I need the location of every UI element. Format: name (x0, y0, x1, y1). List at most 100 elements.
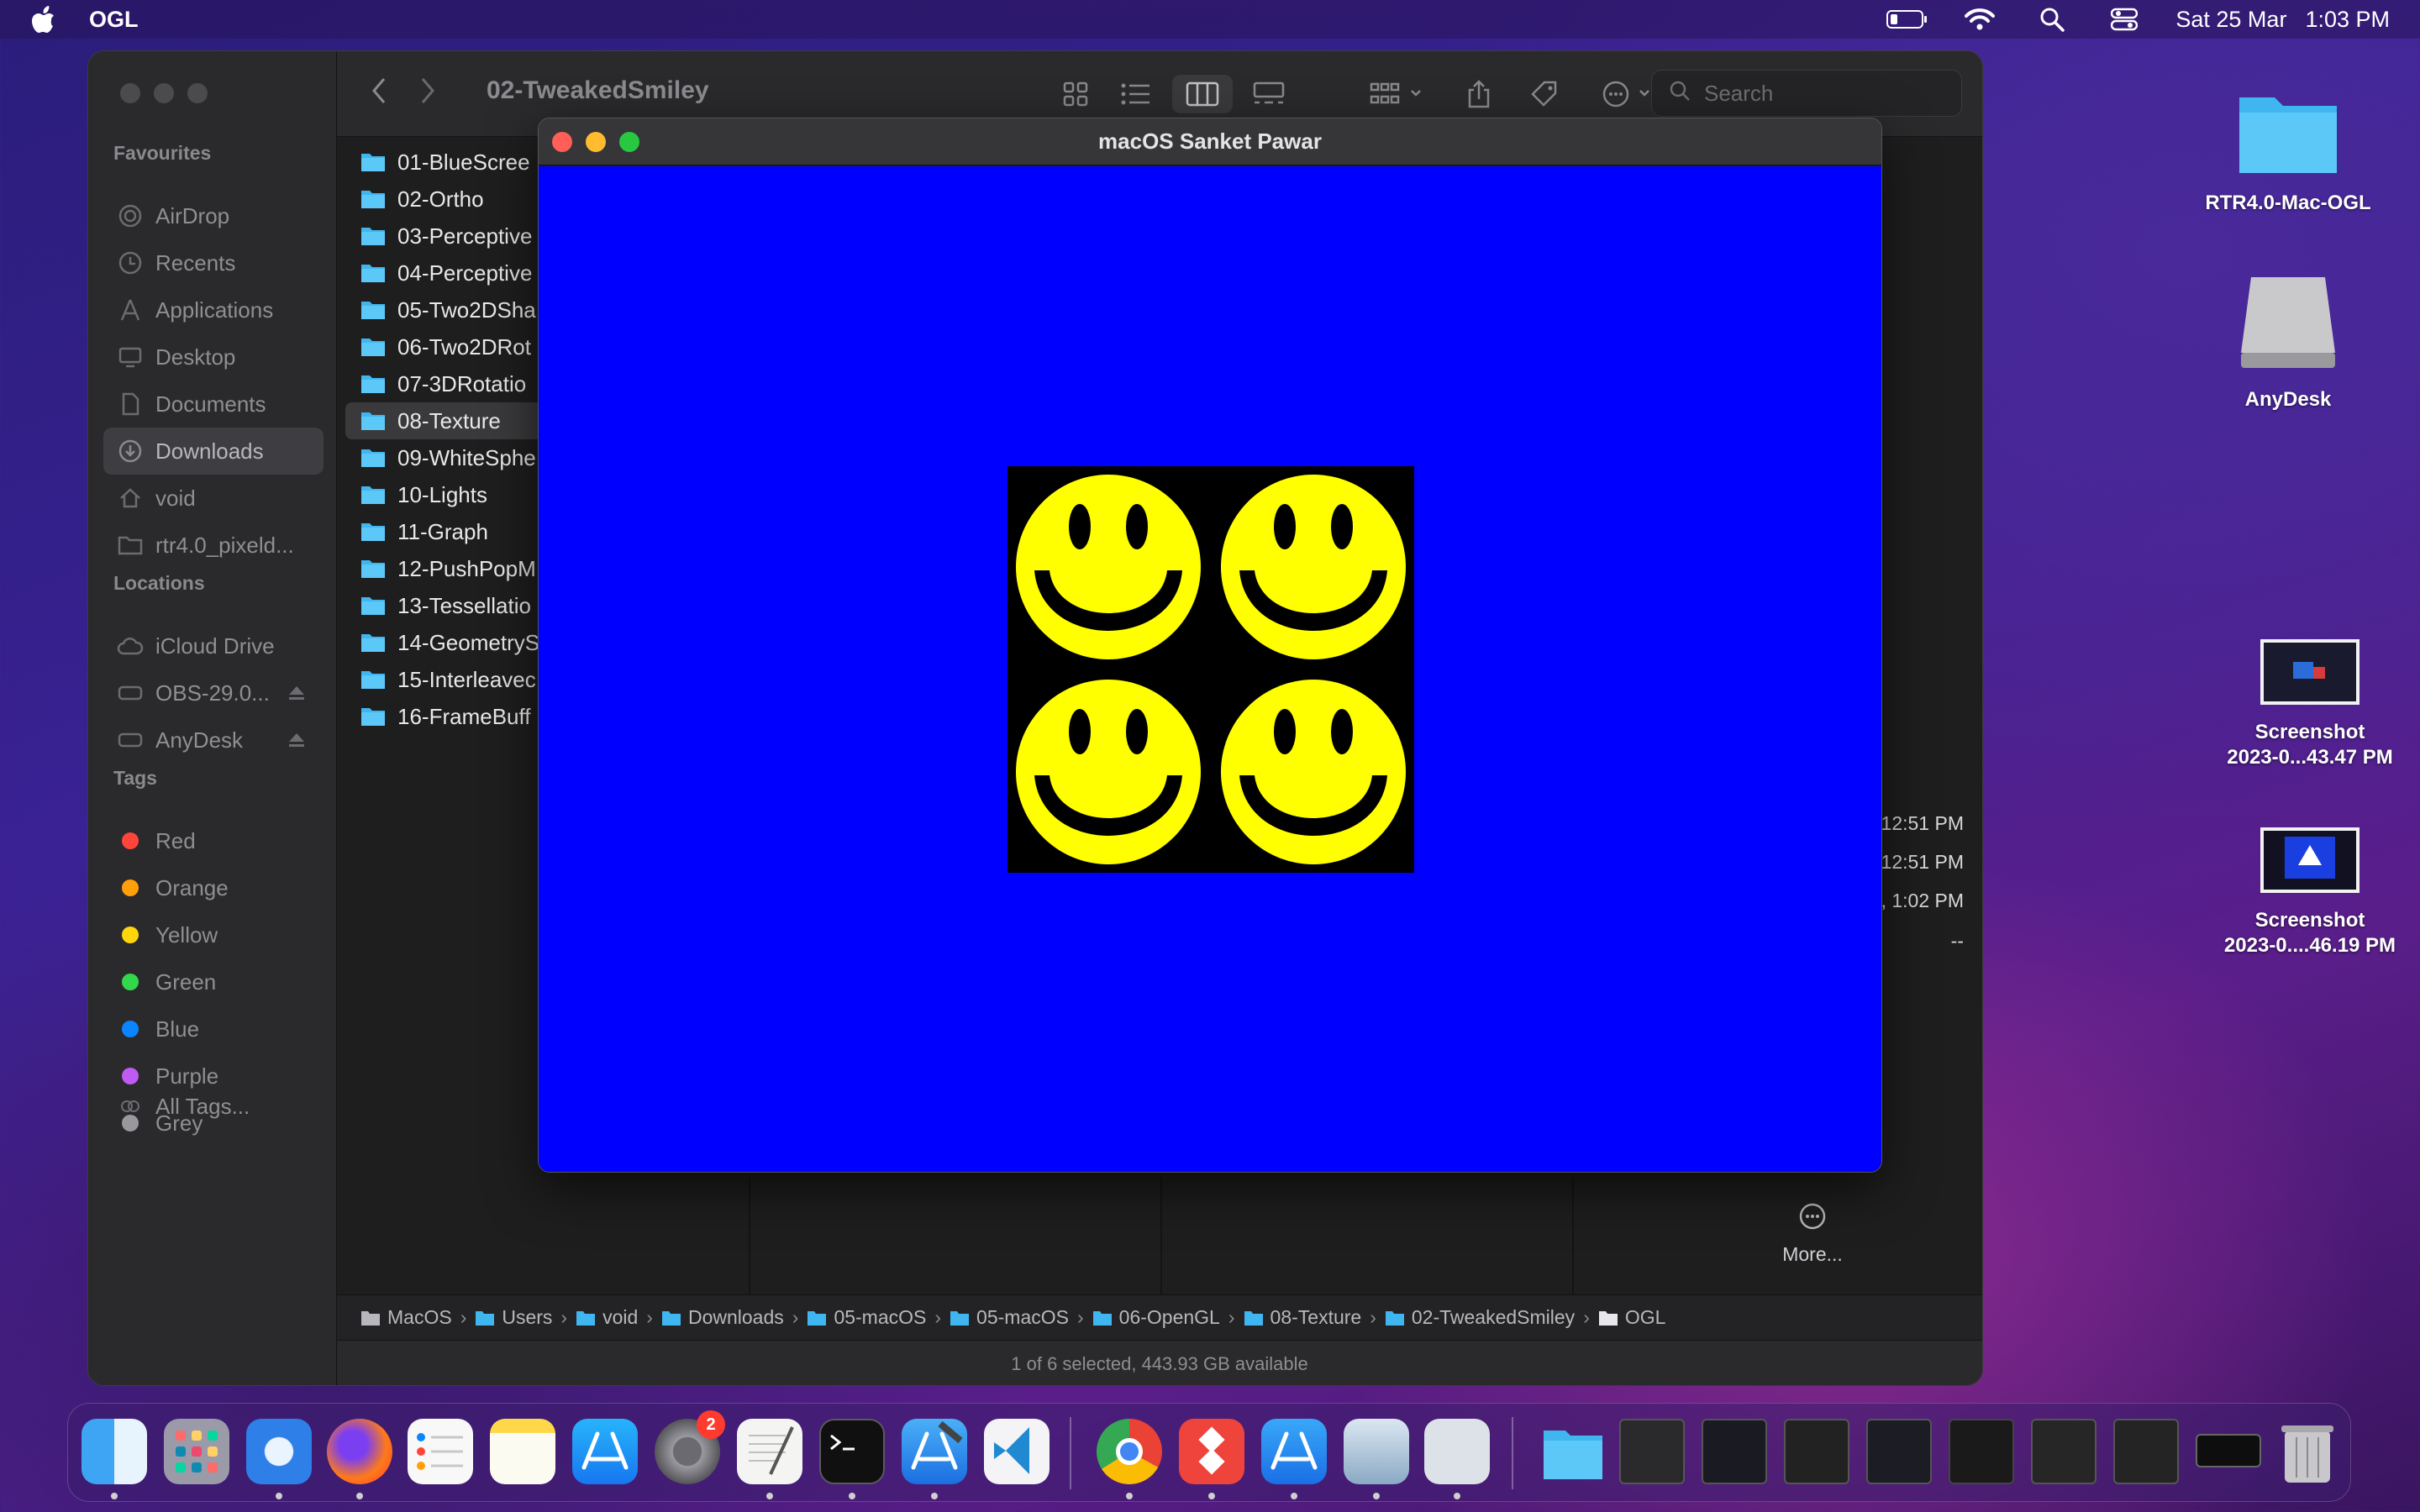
dock-minimized-window-icon[interactable] (1784, 1419, 1849, 1484)
dock-downloads-stack-icon[interactable] (1540, 1419, 1606, 1484)
desktop-item-screenshot-1[interactable]: Screenshot 2023-0...43.47 PM (2188, 638, 2420, 770)
forward-button[interactable] (419, 76, 436, 109)
sidebar-tag-green[interactable]: Green (103, 958, 324, 1005)
sidebar-tag-red[interactable]: Red (103, 817, 324, 864)
dock-app-store-icon[interactable] (572, 1419, 638, 1484)
dock-trash-icon[interactable] (2278, 1419, 2344, 1484)
sidebar-tag-orange[interactable]: Orange (103, 864, 324, 911)
menubar-clock[interactable]: Sat 25 Mar 1:03 PM (2175, 7, 2390, 33)
opengl-window-titlebar[interactable]: macOS Sanket Pawar (539, 118, 1881, 165)
eject-icon[interactable] (288, 680, 305, 706)
sidebar-tag-yellow[interactable]: Yellow (103, 911, 324, 958)
dock-terminal-icon[interactable] (819, 1419, 885, 1484)
dock-minimized-window-icon[interactable] (1619, 1419, 1685, 1484)
path-crumb[interactable]: 05-macOS › (807, 1306, 941, 1329)
path-crumb[interactable]: MacOS › (360, 1306, 466, 1329)
screenshot-icon (2260, 827, 2360, 893)
dock-reminders-icon[interactable] (408, 1419, 473, 1484)
folder-icon (361, 597, 385, 615)
dock-minimized-window-icon[interactable] (1949, 1419, 2014, 1484)
folder-icon (361, 486, 385, 504)
sidebar-item-label: void (155, 485, 196, 511)
textured-quad (1007, 466, 1414, 873)
sidebar-item-rtr-folder[interactable]: rtr4.0_pixeld... (103, 522, 324, 569)
desktop-item-anydesk[interactable]: AnyDesk (2166, 274, 2410, 412)
path-crumb[interactable]: void › (576, 1306, 653, 1329)
path-crumb[interactable]: Users › (475, 1306, 567, 1329)
path-crumb[interactable]: 02-TweakedSmiley › (1385, 1306, 1590, 1329)
control-center-icon[interactable] (2103, 7, 2145, 32)
dock-minimized-window-icon[interactable] (2113, 1419, 2179, 1484)
path-crumb[interactable]: 06-OpenGL › (1092, 1306, 1235, 1329)
group-by-button[interactable] (1367, 75, 1431, 113)
eject-icon[interactable] (288, 727, 305, 753)
sidebar-item-all-tags[interactable]: All Tags... (103, 1083, 324, 1130)
sidebar-item-airdrop[interactable]: AirDrop (103, 192, 324, 239)
list-view-button[interactable] (1115, 75, 1157, 113)
dock-finder-icon[interactable] (82, 1419, 147, 1484)
sidebar-item-downloads[interactable]: Downloads (103, 428, 324, 475)
dock-xcode-instruments-icon[interactable] (1261, 1419, 1327, 1484)
sidebar-item-recents[interactable]: Recents (103, 239, 324, 286)
disk-icon (117, 680, 144, 706)
apple-logo-icon[interactable] (32, 6, 55, 33)
minimize-button[interactable] (154, 83, 174, 103)
dock-launchpad-icon[interactable] (164, 1419, 229, 1484)
dock-ogl-app-icon[interactable] (1424, 1419, 1490, 1484)
battery-icon[interactable] (1886, 7, 1928, 32)
path-separator: › (560, 1306, 568, 1328)
more-info-label: More... (1782, 1243, 1843, 1265)
desktop-item-screenshot-2[interactable]: Screenshot 2023-0....46.19 PM (2188, 827, 2420, 958)
path-crumb[interactable]: 05-macOS › (950, 1306, 1084, 1329)
folder-icon (361, 708, 385, 726)
dock-textedit-icon[interactable] (737, 1419, 802, 1484)
search-field[interactable]: Search (1651, 70, 1962, 117)
close-button[interactable] (120, 83, 140, 103)
folder-icon (661, 1310, 681, 1326)
file-name: 01-BlueScree (397, 149, 530, 175)
sidebar-item-icloud-drive[interactable]: iCloud Drive (103, 622, 324, 669)
gallery-view-button[interactable] (1248, 75, 1290, 113)
sidebar-item-desktop[interactable]: Desktop (103, 333, 324, 381)
sidebar-item-void[interactable]: void (103, 475, 324, 522)
sidebar-item-obs[interactable]: OBS-29.0... (103, 669, 324, 717)
path-crumb[interactable]: 08-Texture › (1244, 1306, 1376, 1329)
dock-firefox-icon[interactable] (327, 1419, 392, 1484)
opengl-window[interactable]: macOS Sanket Pawar (538, 118, 1882, 1173)
dock-xcode-icon[interactable] (902, 1419, 967, 1484)
dock-safari-icon[interactable] (246, 1419, 312, 1484)
back-button[interactable] (371, 76, 387, 109)
tag-color-dot-icon (117, 874, 144, 901)
more-info-button[interactable]: More... (1728, 1202, 1897, 1266)
wifi-icon[interactable] (1959, 7, 2001, 32)
spotlight-search-icon[interactable] (2031, 7, 2073, 32)
dock-minimized-window-icon[interactable] (1702, 1419, 1767, 1484)
minimize-button[interactable] (586, 132, 606, 152)
sidebar-tag-blue[interactable]: Blue (103, 1005, 324, 1053)
dock-minimized-window-icon[interactable] (1866, 1419, 1932, 1484)
tag-icon[interactable] (1523, 75, 1565, 113)
file-name: 12-PushPopM (397, 555, 536, 581)
dock-chrome-icon[interactable] (1097, 1419, 1162, 1484)
dock-vscode-icon[interactable] (984, 1419, 1050, 1484)
dock-notes-icon[interactable] (490, 1419, 555, 1484)
sidebar-item-documents[interactable]: Documents (103, 381, 324, 428)
path-crumb[interactable]: Downloads › (661, 1306, 798, 1329)
dock-minimized-window-icon[interactable] (2031, 1419, 2096, 1484)
menubar-time: 1:03 PM (2305, 6, 2390, 32)
dock-anydesk-icon[interactable] (1179, 1419, 1244, 1484)
dock-minimized-window-icon[interactable] (2196, 1434, 2261, 1467)
column-view-button[interactable] (1172, 75, 1233, 113)
desktop-item-rtr-folder[interactable]: RTR4.0-Mac-OGL (2166, 89, 2410, 216)
active-app-name[interactable]: OGL (89, 7, 139, 33)
zoom-button[interactable] (619, 132, 639, 152)
dock-preview-icon[interactable] (1344, 1419, 1409, 1484)
icon-view-button[interactable] (1055, 75, 1097, 113)
path-crumb[interactable]: OGL (1598, 1306, 1665, 1329)
zoom-button[interactable] (187, 83, 208, 103)
share-icon[interactable] (1458, 75, 1500, 113)
sidebar-item-applications[interactable]: Applications (103, 286, 324, 333)
opengl-canvas[interactable] (539, 166, 1881, 1172)
sidebar-item-anydesk[interactable]: AnyDesk (103, 717, 324, 764)
close-button[interactable] (552, 132, 572, 152)
